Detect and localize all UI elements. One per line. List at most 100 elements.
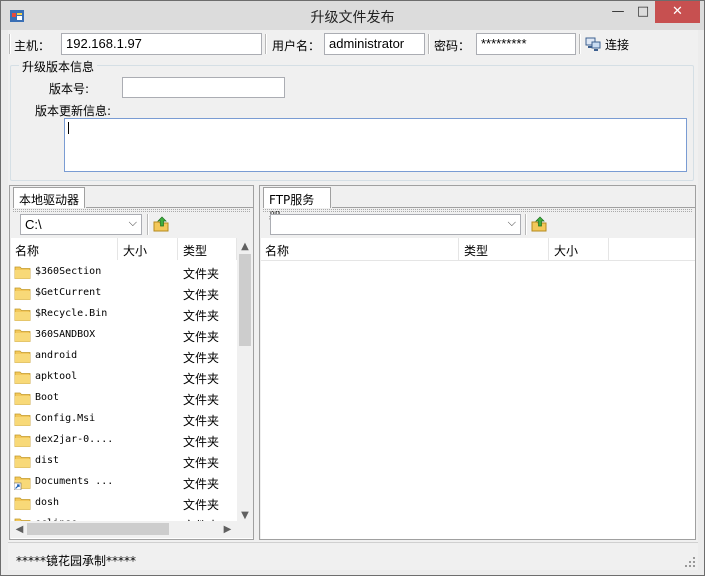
scroll-left-icon[interactable]: ◀	[11, 524, 28, 535]
username-label: 用户名：	[272, 39, 321, 53]
local-drive-panel: 本地驱动器 C:\ ⌵ 名称 大小 类型 $360Section 文件夹 $GetC…	[9, 185, 254, 540]
list-item[interactable]: dex2jar-0.... 文件夹	[11, 430, 237, 451]
folder-icon	[14, 392, 31, 405]
list-item[interactable]: Config.Msi 文件夹	[11, 409, 237, 430]
list-item[interactable]: apktool 文件夹	[11, 367, 237, 388]
client-area: 主机： 192.168.1.97 用户名： administrator 密码： …	[8, 30, 698, 570]
list-item[interactable]: Boot 文件夹	[11, 388, 237, 409]
folder-up-icon[interactable]	[153, 216, 169, 232]
connect-button[interactable]: 连接	[585, 33, 655, 55]
tab-strip-line	[332, 207, 695, 208]
ftp-path-select[interactable]: ⌵	[270, 214, 521, 235]
list-item[interactable]: $360Section 文件夹	[11, 262, 237, 283]
column-header-type[interactable]: 类型	[179, 238, 237, 260]
file-type: 文件夹	[183, 414, 220, 428]
connection-toolbar: 主机： 192.168.1.97 用户名： administrator 密码： …	[8, 30, 698, 58]
folder-up-icon[interactable]	[531, 216, 547, 232]
file-name: dex2jar-0....	[35, 434, 114, 445]
file-name: android	[35, 350, 78, 361]
close-button[interactable]: ✕	[655, 1, 700, 23]
chevron-down-icon: ⌵	[507, 217, 516, 229]
tab-strip-line	[86, 207, 253, 208]
local-file-list[interactable]: 名称 大小 类型 $360Section 文件夹 $GetCurrent 文件夹 $Re…	[11, 238, 253, 539]
file-type: 文件夹	[183, 330, 220, 344]
password-label: 密码：	[434, 39, 471, 53]
folder-icon	[14, 371, 31, 384]
folder-icon	[14, 266, 31, 279]
folder-icon	[14, 350, 31, 363]
vertical-scrollbar[interactable]: ▲ ▼	[237, 238, 253, 521]
title-bar[interactable]: 升级文件发布 — □ ✕	[1, 1, 704, 30]
scroll-right-icon[interactable]: ▶	[219, 524, 236, 535]
scroll-up-icon[interactable]: ▲	[237, 241, 253, 252]
text-caret	[68, 122, 69, 134]
file-name: $360Section	[35, 266, 102, 277]
column-header-name[interactable]: 名称	[11, 238, 118, 260]
release-notes-label: 版本更新信息:	[35, 104, 112, 118]
tab-local-drive[interactable]: 本地驱动器	[13, 187, 85, 208]
column-header-type[interactable]: 类型	[460, 238, 549, 260]
toolbar-separator	[428, 34, 430, 54]
chevron-down-icon: ⌵	[128, 217, 137, 229]
release-notes-textarea[interactable]	[64, 118, 687, 172]
ftp-server-panel: FTP服务器 ⌵ 名称 类型 大小	[259, 185, 696, 540]
folder-icon	[14, 497, 31, 510]
folder-icon	[14, 287, 31, 300]
file-type: 文件夹	[183, 477, 220, 491]
maximize-button[interactable]: □	[629, 1, 657, 23]
status-text: *****镜花园承制*****	[16, 554, 137, 568]
username-input[interactable]: administrator	[324, 33, 425, 55]
scrollbar-thumb[interactable]	[239, 254, 251, 346]
list-item[interactable]: dist 文件夹	[11, 451, 237, 472]
list-item[interactable]: $GetCurrent 文件夹	[11, 283, 237, 304]
column-header-size[interactable]: 大小	[550, 238, 609, 260]
column-header-name[interactable]: 名称	[261, 238, 459, 260]
drive-select-value: C:\	[25, 217, 42, 232]
file-name: $Recycle.Bin	[35, 308, 108, 319]
toolbar-grip	[13, 209, 250, 212]
file-name: dist	[35, 455, 60, 466]
version-label: 版本号:	[49, 82, 90, 96]
list-item[interactable]: android 文件夹	[11, 346, 237, 367]
folder-icon	[14, 329, 31, 342]
toolbar-grip	[263, 209, 692, 212]
host-label: 主机：	[14, 39, 51, 53]
list-item[interactable]: dosh 文件夹	[11, 493, 237, 514]
horizontal-scrollbar[interactable]: ◀ ▶	[11, 521, 237, 538]
list-item[interactable]: $Recycle.Bin 文件夹	[11, 304, 237, 325]
host-input[interactable]: 192.168.1.97	[61, 33, 262, 55]
file-type: 文件夹	[183, 288, 220, 302]
column-header-size[interactable]: 大小	[119, 238, 178, 260]
password-input[interactable]: *********	[476, 33, 576, 55]
scrollbar-thumb[interactable]	[27, 523, 169, 535]
toolbar-separator	[9, 34, 11, 54]
drive-select[interactable]: C:\ ⌵	[20, 214, 142, 235]
file-type: 文件夹	[183, 267, 220, 281]
file-name: apktool	[35, 371, 78, 382]
header-divider	[261, 260, 695, 261]
resize-grip-icon[interactable]	[684, 556, 696, 568]
network-connect-icon	[585, 37, 601, 51]
scroll-down-icon[interactable]: ▼	[237, 510, 253, 521]
toolbar-separator	[265, 34, 267, 54]
tab-ftp-server[interactable]: FTP服务器	[263, 187, 331, 224]
file-type: 文件夹	[183, 309, 220, 323]
folder-shortcut-icon	[14, 476, 31, 490]
toolbar-separator	[579, 34, 581, 54]
version-input[interactable]	[122, 77, 285, 98]
ftp-file-list[interactable]: 名称 类型 大小	[261, 238, 695, 539]
file-type: 文件夹	[183, 372, 220, 386]
file-name: Boot	[35, 392, 60, 403]
scroll-corner	[237, 521, 253, 538]
group-title: 升级版本信息	[19, 58, 98, 75]
file-type: 文件夹	[183, 498, 220, 512]
folder-icon	[14, 434, 31, 447]
minimize-button[interactable]: —	[604, 1, 632, 23]
file-name: 360SANDBOX	[35, 329, 96, 340]
list-item[interactable]: 360SANDBOX 文件夹	[11, 325, 237, 346]
file-name: Documents ...	[35, 476, 114, 487]
file-type: 文件夹	[183, 456, 220, 470]
file-name: Config.Msi	[35, 413, 96, 424]
folder-icon	[14, 308, 31, 321]
list-item[interactable]: Documents ... 文件夹	[11, 472, 237, 493]
